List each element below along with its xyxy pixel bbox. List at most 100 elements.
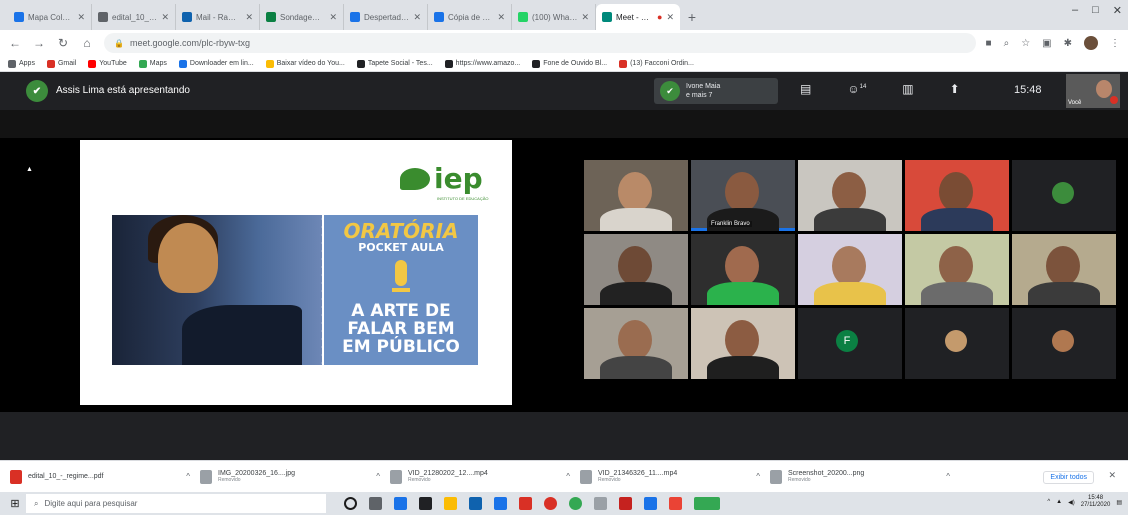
tab-edital[interactable]: edital_10_...pdf ✕: [92, 4, 176, 30]
tab-meet[interactable]: Meet - plc... ●✕: [596, 4, 680, 30]
bookmark-tapete[interactable]: Tapete Social - Tes...: [356, 59, 433, 68]
minimize-button[interactable]: –: [1072, 4, 1078, 17]
participant-tile[interactable]: F: [798, 308, 902, 379]
tab-sondagem[interactable]: Sondagem 02...✕: [260, 4, 344, 30]
zoom-icon[interactable]: ⌕: [1004, 38, 1010, 49]
bookmark-apps[interactable]: Apps: [8, 59, 35, 68]
task-view-icon[interactable]: [369, 497, 382, 510]
chevron-up-icon[interactable]: ^: [186, 472, 190, 481]
bookmark-youtube[interactable]: YouTube: [88, 59, 127, 68]
profile-avatar[interactable]: [1084, 36, 1098, 50]
close-icon[interactable]: ✕: [245, 12, 253, 23]
taskbar-clock[interactable]: 15:48 27/11/2020: [1081, 495, 1111, 509]
chevron-up-icon[interactable]: ^: [376, 472, 380, 481]
windows-start-icon[interactable]: ⊞: [4, 497, 26, 510]
app-icon[interactable]: [644, 497, 657, 510]
edge-icon[interactable]: [394, 497, 407, 510]
forward-icon[interactable]: →: [32, 36, 46, 50]
pinned-participants[interactable]: ✔ Ivone Maia e mais 7: [654, 78, 778, 104]
tab-whatsapp[interactable]: (100) WhatsApp ✕: [512, 4, 596, 30]
close-icon[interactable]: ✕: [161, 12, 169, 23]
maximize-button[interactable]: □: [1092, 4, 1099, 17]
chevron-up-icon[interactable]: ^: [566, 472, 570, 481]
tab-copia[interactable]: Cópia de Boa... ✕: [428, 4, 512, 30]
mail-icon[interactable]: [469, 497, 482, 510]
participant-tile[interactable]: [1012, 308, 1116, 379]
chevron-up-icon[interactable]: ^: [946, 472, 950, 481]
chevron-up-icon[interactable]: ^: [1047, 499, 1050, 505]
new-tab-button[interactable]: +: [680, 4, 704, 30]
participant-tile[interactable]: [584, 160, 688, 231]
puzzle-icon[interactable]: ✱: [1064, 38, 1072, 49]
bookmark-label: Gmail: [57, 60, 77, 67]
close-icon[interactable]: ✕: [581, 12, 589, 23]
chevron-up-icon[interactable]: ^: [756, 472, 760, 481]
cortana-icon[interactable]: [344, 497, 357, 510]
participant-tile[interactable]: [798, 160, 902, 231]
close-download-shelf-button[interactable]: ✕: [1108, 470, 1116, 481]
download-item[interactable]: IMG_20200326_16....jpg Removido ^: [200, 469, 380, 484]
people-icon[interactable]: ☺14: [847, 82, 866, 96]
participant-tile[interactable]: [584, 234, 688, 305]
bookmark-gmail[interactable]: Gmail: [46, 59, 77, 68]
mcafee-icon[interactable]: [619, 497, 632, 510]
opera-icon[interactable]: [544, 497, 557, 510]
camera-icon[interactable]: ■: [986, 38, 992, 49]
bookmark-maps[interactable]: Maps: [138, 59, 167, 68]
folder-icon[interactable]: [444, 497, 457, 510]
home-icon[interactable]: ⌂: [80, 36, 94, 50]
participant-tile[interactable]: [905, 234, 1009, 305]
app-icon[interactable]: [494, 497, 507, 510]
tab-mapa[interactable]: Mapa Colaborativo✕: [8, 4, 92, 30]
participant-tile-speaker[interactable]: Franklin Bravo: [691, 160, 795, 231]
close-icon[interactable]: ✕: [77, 12, 85, 23]
bookmark-baixar[interactable]: Baixar vídeo do You...: [265, 59, 345, 68]
participant-tile[interactable]: [691, 234, 795, 305]
tab-mail[interactable]: Mail - Ramos... ✕: [176, 4, 260, 30]
close-icon[interactable]: ✕: [413, 12, 421, 23]
url-input[interactable]: 🔒 meet.google.com/plc-rbyw-txg: [104, 33, 976, 53]
extension-icon[interactable]: ▣: [1042, 38, 1051, 49]
menu-icon[interactable]: ⋮: [1110, 38, 1120, 49]
tab-despertador[interactable]: Despertador... ✕: [344, 4, 428, 30]
office-icon[interactable]: [519, 497, 532, 510]
close-window-button[interactable]: ✕: [1113, 4, 1122, 17]
app-icon[interactable]: [669, 497, 682, 510]
app-icon[interactable]: [594, 497, 607, 510]
participant-tile[interactable]: [1012, 234, 1116, 305]
volume-icon[interactable]: ◀): [1068, 499, 1075, 506]
back-icon[interactable]: ←: [8, 36, 22, 50]
participant-face: [939, 246, 973, 286]
participant-tile[interactable]: [1012, 160, 1116, 231]
close-icon[interactable]: ✕: [497, 12, 505, 23]
notifications-icon[interactable]: ▤: [1116, 499, 1122, 506]
self-view[interactable]: Você: [1066, 74, 1120, 108]
close-icon[interactable]: ✕: [329, 12, 337, 23]
chrome-icon[interactable]: [569, 497, 582, 510]
bookmark-amazon[interactable]: https://www.amazo...: [444, 59, 520, 68]
activities-icon[interactable]: ⬆: [950, 82, 960, 96]
chat-icon[interactable]: ▥: [902, 82, 913, 96]
download-item[interactable]: edital_10_-_regime...pdf ^: [10, 469, 190, 484]
participant-tile[interactable]: [905, 308, 1009, 379]
bookmark-downloader[interactable]: Downloader em lin...: [178, 59, 254, 68]
participant-tile[interactable]: [691, 308, 795, 379]
download-item[interactable]: Screenshot_20200...png Removido ^: [770, 469, 950, 484]
bookmark-fone[interactable]: Fone de Ouvido Bl...: [532, 59, 607, 68]
download-name: IMG_20200326_16....jpg: [218, 470, 296, 477]
participant-tile[interactable]: [798, 234, 902, 305]
reload-icon[interactable]: ↻: [56, 36, 70, 50]
network-icon[interactable]: ▲: [1056, 499, 1062, 505]
battery-icon[interactable]: [694, 497, 720, 510]
download-item[interactable]: VID_21280202_12....mp4 Removido ^: [390, 469, 570, 484]
taskbar-search[interactable]: ⌕ Digite aqui para pesquisar: [26, 494, 326, 513]
participant-tile[interactable]: [584, 308, 688, 379]
store-icon[interactable]: [419, 497, 432, 510]
download-item[interactable]: VID_21346326_11....mp4 Removido ^: [580, 469, 760, 484]
star-icon[interactable]: ☆: [1021, 38, 1030, 49]
close-icon[interactable]: ✕: [666, 12, 674, 23]
captions-icon[interactable]: ▤: [800, 82, 811, 96]
show-all-downloads-button[interactable]: Exibir todos: [1043, 471, 1094, 484]
bookmark-facconi[interactable]: (13) Facconi Ordin...: [619, 59, 694, 68]
participant-tile[interactable]: [905, 160, 1009, 231]
